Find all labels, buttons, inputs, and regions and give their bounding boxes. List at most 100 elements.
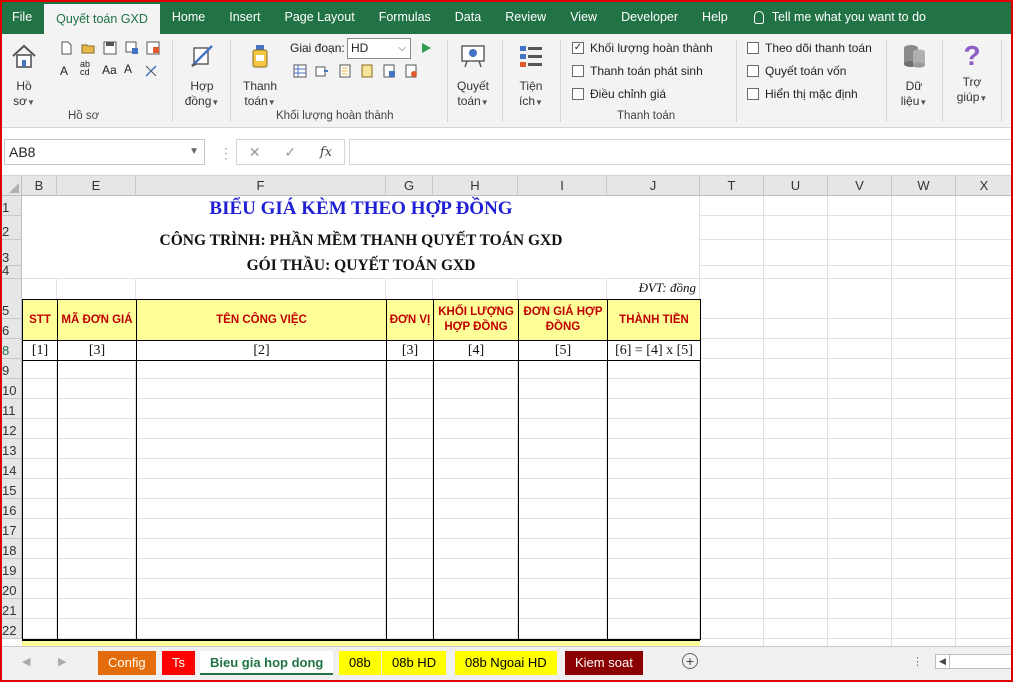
tab-scroll-left-icon[interactable]: ◀ — [22, 655, 30, 668]
chk-hien-thi-mac-dinh[interactable]: Hiển thị mặc định — [747, 87, 858, 101]
giai-doan-select[interactable]: HD ⌵ — [347, 38, 411, 59]
row-header-22[interactable]: 22 — [0, 619, 22, 639]
table-header-cell[interactable]: ĐƠN VỊ — [386, 299, 434, 341]
index-cell[interactable]: [4] — [433, 340, 519, 361]
spell-check-icon[interactable]: ab cd — [80, 60, 94, 77]
scroll-left-arrow-icon[interactable]: ◀ — [936, 655, 950, 668]
tab-home[interactable]: Home — [160, 0, 217, 34]
thanh-toan-button[interactable]: Thanh toán▼ — [238, 42, 282, 110]
tro-giup-button[interactable]: ? Trợ giúp▼ — [952, 42, 992, 106]
row-header-16[interactable]: 16 — [0, 499, 22, 519]
sheet-tab-08b-hd[interactable]: 08b HD — [382, 651, 447, 675]
row-header-12[interactable]: 12 — [0, 419, 22, 439]
ho-so-button[interactable]: Hồ sơ▼ — [6, 42, 42, 110]
du-lieu-button[interactable]: Dữ liệu▼ — [895, 42, 933, 110]
column-header-g[interactable]: G — [386, 176, 433, 196]
tab-insert[interactable]: Insert — [217, 0, 272, 34]
column-header-w[interactable]: W — [892, 176, 956, 196]
table-body-column[interactable] — [607, 360, 701, 640]
settings-doc-icon[interactable] — [404, 64, 418, 78]
export-icon[interactable] — [146, 41, 160, 55]
row-header-9[interactable]: 9 — [0, 359, 22, 379]
tab-formulas[interactable]: Formulas — [367, 0, 443, 34]
sheet-tab-kiem-soat[interactable]: Kiem soat — [565, 651, 643, 675]
add-sheet-icon[interactable]: + — [682, 653, 698, 669]
index-cell[interactable]: [3] — [386, 340, 434, 361]
save-as-icon[interactable] — [125, 41, 139, 55]
table-header-cell[interactable]: MÃ ĐƠN GIÁ — [57, 299, 137, 341]
horizontal-scrollbar[interactable]: ◀ — [935, 654, 1013, 669]
column-header-h[interactable]: H — [433, 176, 518, 196]
cancel-icon[interactable]: ✕ — [249, 144, 261, 161]
checkbox-icon[interactable] — [572, 88, 584, 100]
package-name[interactable]: GÓI THẦU: QUYẾT TOÁN GXD — [22, 257, 700, 275]
chk-theo-doi-thanh-toan[interactable]: Theo dõi thanh toán — [747, 41, 872, 55]
tab-quyet-toan-gxd[interactable]: Quyết toán GXD — [44, 4, 160, 34]
table-body-column[interactable] — [136, 360, 387, 640]
table-header-cell[interactable]: ĐƠN GIÁ HỢP ĐỒNG — [518, 299, 608, 341]
table-header-cell[interactable]: THÀNH TIỀN — [607, 299, 701, 341]
column-header-x[interactable]: X — [956, 176, 1013, 196]
row-header-5[interactable]: 5 — [0, 279, 22, 319]
worksheet-grid[interactable]: B E F G H I J T U V W X 1 2 3 4 5 6 8 9 10 11 12 13 14 15 16 17 18 19… — [0, 176, 1013, 646]
row-header-20[interactable]: 20 — [0, 579, 22, 599]
row-header-14[interactable]: 14 — [0, 459, 22, 479]
chk-dieu-chinh-gia[interactable]: Điều chỉnh giá — [572, 87, 666, 101]
column-header-t[interactable]: T — [700, 176, 764, 196]
row-header-18[interactable]: 18 — [0, 539, 22, 559]
select-all-corner[interactable] — [0, 176, 22, 196]
index-cell[interactable]: [2] — [136, 340, 387, 361]
row-header-21[interactable]: 21 — [0, 599, 22, 619]
tab-review[interactable]: Review — [493, 0, 558, 34]
sheet-tab-08b[interactable]: 08b — [339, 651, 381, 675]
tab-file[interactable]: File — [0, 0, 44, 34]
tien-ich-button[interactable]: Tiện ích▼ — [512, 42, 550, 110]
report-doc-icon[interactable] — [382, 64, 396, 78]
sheet-title[interactable]: BIỂU GIÁ KÈM THEO HỢP ĐỒNG — [22, 198, 700, 220]
tab-developer[interactable]: Developer — [609, 0, 690, 34]
list-doc-icon[interactable] — [338, 64, 352, 78]
table-header-cell[interactable]: STT — [22, 299, 58, 341]
copy-sheet-icon[interactable] — [315, 64, 329, 78]
quyet-toan-button[interactable]: Quyết toán▼ — [454, 42, 492, 110]
play-icon[interactable] — [419, 41, 433, 55]
index-cell[interactable]: [3] — [57, 340, 137, 361]
column-header-i[interactable]: I — [518, 176, 607, 196]
table-header-cell[interactable]: KHỐI LƯỢNG HỢP ĐỒNG — [433, 299, 519, 341]
chk-thanh-toan-phat-sinh[interactable]: Thanh toán phát sinh — [572, 64, 703, 78]
open-folder-icon[interactable] — [81, 41, 95, 55]
checkbox-icon[interactable] — [747, 65, 759, 77]
change-case-icon[interactable]: Aa — [102, 63, 122, 77]
formula-input[interactable] — [349, 139, 1013, 165]
tell-me-box[interactable]: Tell me what you want to do — [740, 10, 926, 24]
table-body-column[interactable] — [433, 360, 519, 640]
new-file-icon[interactable] — [59, 41, 73, 55]
tab-scroll-right-icon[interactable]: ▶ — [58, 655, 66, 668]
font-size-icon[interactable]: A — [60, 64, 74, 78]
index-cell[interactable]: [1] — [22, 340, 58, 361]
table-body-column[interactable] — [518, 360, 608, 640]
row-header-17[interactable]: 17 — [0, 519, 22, 539]
column-header-u[interactable]: U — [764, 176, 828, 196]
tab-view[interactable]: View — [558, 0, 609, 34]
save-icon[interactable] — [103, 41, 117, 55]
enter-check-icon[interactable]: ✓ — [284, 144, 296, 161]
row-header-19[interactable]: 19 — [0, 559, 22, 579]
tab-data[interactable]: Data — [443, 0, 493, 34]
chk-khoi-luong-hoan-thanh[interactable]: ✓ Khối lượng hoàn thành — [572, 41, 713, 55]
table-grid-icon[interactable] — [293, 64, 307, 78]
sheet-tab-ts[interactable]: Ts — [162, 651, 195, 675]
column-header-f[interactable]: F — [136, 176, 386, 196]
table-body-column[interactable] — [386, 360, 434, 640]
table-body-column[interactable] — [22, 360, 58, 640]
sheet-tab-bieu-gia-hop-dong[interactable]: Bieu gia hop dong — [200, 651, 334, 675]
hop-dong-button[interactable]: Hợp đồng▼ — [180, 42, 224, 110]
row-header-10[interactable]: 10 — [0, 379, 22, 399]
row-header-11[interactable]: 11 — [0, 399, 22, 419]
checkbox-icon[interactable] — [572, 65, 584, 77]
column-header-j[interactable]: J — [607, 176, 700, 196]
tab-page-layout[interactable]: Page Layout — [272, 0, 366, 34]
eraser-icon[interactable] — [144, 64, 158, 78]
format-painter-icon[interactable]: A — [124, 62, 138, 76]
checkbox-checked-icon[interactable]: ✓ — [572, 42, 584, 54]
